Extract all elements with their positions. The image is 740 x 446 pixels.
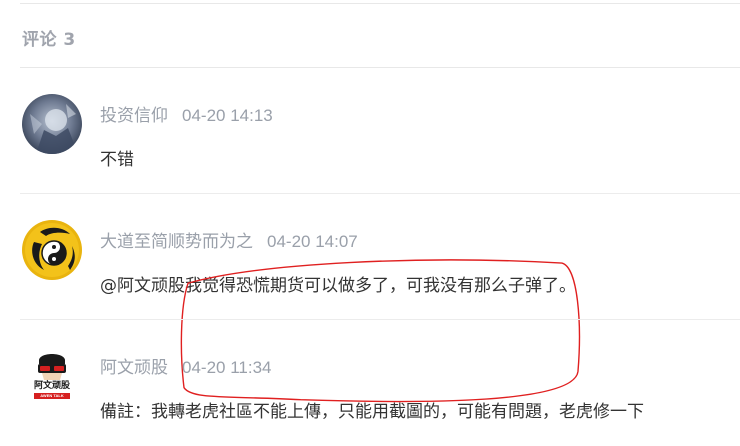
comment-reply-text: 我觉得恐慌期货可以做多了，可我没有那么子弹了。: [185, 276, 576, 296]
comment-username[interactable]: 阿文顽股: [100, 358, 168, 378]
comment-meta: 大道至简顺势而为之 04-20 14:07: [100, 227, 358, 252]
comment-item: 投资信仰 04-20 14:13 不错: [20, 68, 740, 194]
yin-yang-dragon-icon: [22, 220, 82, 280]
avatar-logo-text: 阿文顽股: [33, 381, 70, 391]
comment-timestamp: 04-20 14:07: [267, 232, 358, 251]
comment-text: 不错: [100, 150, 134, 170]
avatar[interactable]: 阿文顽股 AWEN TALK: [22, 346, 82, 406]
comment-text: @阿文顽股我觉得恐慌期货可以做多了，可我没有那么子弹了。: [100, 271, 576, 296]
comment-timestamp: 04-20 11:34: [182, 358, 272, 377]
comment-username[interactable]: 投资信仰: [100, 106, 168, 126]
comment-timestamp: 04-20 14:13: [182, 106, 273, 125]
comments-count-heading: 评论 3: [22, 30, 76, 50]
comment-text: 備註：我轉老虎社區不能上傳，只能用截圖的，可能有問題，老虎修一下: [100, 402, 644, 422]
top-divider: [20, 3, 740, 4]
avatar-photo-icon: [22, 94, 82, 154]
user-mention-link[interactable]: @阿文顽股: [100, 276, 185, 296]
comment-meta: 投资信仰 04-20 14:13: [100, 101, 273, 126]
highlighted-comment-text: 我觉得恐慌期货可以做多了，可我没有那么子弹了。: [185, 271, 576, 296]
comment-item: 阿文顽股 AWEN TALK 阿文顽股 04-20 11:34 備註：我轉老虎社區…: [20, 320, 740, 446]
comment-username[interactable]: 大道至简顺势而为之: [100, 232, 253, 252]
comment-meta: 阿文顽股 04-20 11:34: [100, 353, 271, 378]
avatar[interactable]: [22, 220, 82, 280]
avatar[interactable]: [22, 94, 82, 154]
comment-item: 大道至简顺势而为之 04-20 14:07 @阿文顽股我觉得恐慌期货可以做多了，可…: [20, 194, 740, 320]
avatar-logo-subtext: AWEN TALK: [40, 393, 64, 398]
